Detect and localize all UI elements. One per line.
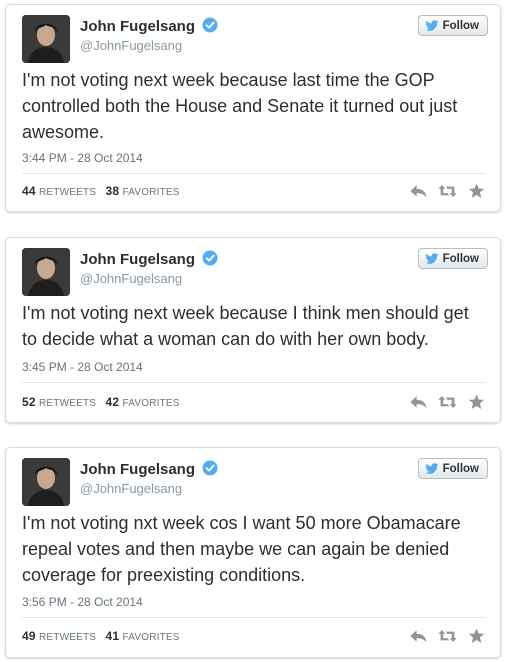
favorite-count[interactable]: 41 xyxy=(105,629,119,643)
retweet-icon[interactable] xyxy=(438,394,457,410)
divider xyxy=(22,173,486,174)
display-name-text[interactable]: John Fugelsang xyxy=(80,18,195,35)
retweet-icon[interactable] xyxy=(438,628,457,644)
follow-button[interactable]: Follow xyxy=(417,15,488,36)
retweets-label[interactable]: RETWEETS xyxy=(39,632,96,643)
display-name-text[interactable]: John Fugelsang xyxy=(80,251,195,268)
follow-button-label[interactable]: Follow xyxy=(443,253,479,265)
display-name-text[interactable]: John Fugelsang xyxy=(80,461,195,478)
tweet-timestamp[interactable]: 3:45 PM - 28 Oct 2014 xyxy=(22,360,143,374)
reply-icon[interactable] xyxy=(409,628,428,644)
retweets-label[interactable]: RETWEETS xyxy=(39,398,96,409)
twitter-bird-icon xyxy=(424,19,438,31)
tweet-actions xyxy=(409,394,486,410)
tweet-actions xyxy=(409,628,486,644)
tweet-stats: 49 RETWEETS 41 FAVORITES xyxy=(22,629,186,643)
favorite-count[interactable]: 38 xyxy=(105,184,119,198)
tweet-text: I'm not voting next week because last ti… xyxy=(22,70,458,142)
display-name[interactable]: John Fugelsang xyxy=(80,17,218,35)
avatar[interactable] xyxy=(22,458,70,506)
tweet-text: I'm not voting nxt week cos I want 50 mo… xyxy=(22,513,461,585)
follow-button[interactable]: Follow xyxy=(417,248,488,269)
twitter-bird-icon xyxy=(424,462,438,474)
user-handle[interactable]: @JohnFugelsang xyxy=(80,481,182,496)
follow-button[interactable]: Follow xyxy=(417,458,488,479)
reply-icon[interactable] xyxy=(409,183,428,199)
verified-badge-icon xyxy=(202,460,218,476)
retweet-count[interactable]: 44 xyxy=(22,184,36,198)
follow-button-label[interactable]: Follow xyxy=(443,20,479,32)
retweets-label[interactable]: RETWEETS xyxy=(39,187,96,198)
tweet-card: John Fugelsang @JohnFugelsang Follow I'm… xyxy=(5,447,501,658)
favorite-star-icon[interactable] xyxy=(467,394,486,410)
favorite-star-icon[interactable] xyxy=(467,183,486,199)
retweet-count[interactable]: 49 xyxy=(22,629,36,643)
favorites-label[interactable]: FAVORITES xyxy=(122,398,179,409)
user-handle[interactable]: @JohnFugelsang xyxy=(80,38,182,53)
divider xyxy=(22,382,486,383)
tweet-card: John Fugelsang @JohnFugelsang Follow I'm… xyxy=(5,4,501,212)
tweet-timestamp[interactable]: 3:56 PM - 28 Oct 2014 xyxy=(22,595,143,609)
tweet-card: John Fugelsang @JohnFugelsang Follow I'm… xyxy=(5,237,501,423)
tweet-text: I'm not voting next week because I think… xyxy=(22,303,469,349)
verified-badge-icon xyxy=(202,250,218,266)
user-handle[interactable]: @JohnFugelsang xyxy=(80,271,182,286)
retweet-icon[interactable] xyxy=(438,183,457,199)
avatar[interactable] xyxy=(22,248,70,296)
tweet-timestamp[interactable]: 3:44 PM - 28 Oct 2014 xyxy=(22,151,143,165)
display-name[interactable]: John Fugelsang xyxy=(80,460,218,478)
favorites-label[interactable]: FAVORITES xyxy=(122,187,179,198)
tweet-stats: 44 RETWEETS 38 FAVORITES xyxy=(22,184,186,198)
retweet-count[interactable]: 52 xyxy=(22,395,36,409)
twitter-bird-icon xyxy=(424,252,438,264)
reply-icon[interactable] xyxy=(409,394,428,410)
favorite-star-icon[interactable] xyxy=(467,628,486,644)
display-name[interactable]: John Fugelsang xyxy=(80,250,218,268)
avatar[interactable] xyxy=(22,15,70,63)
favorites-label[interactable]: FAVORITES xyxy=(122,632,179,643)
favorite-count[interactable]: 42 xyxy=(105,395,119,409)
tweet-stats: 52 RETWEETS 42 FAVORITES xyxy=(22,395,186,409)
follow-button-label[interactable]: Follow xyxy=(443,463,479,475)
tweet-actions xyxy=(409,183,486,199)
verified-badge-icon xyxy=(202,17,218,33)
divider xyxy=(22,617,486,618)
